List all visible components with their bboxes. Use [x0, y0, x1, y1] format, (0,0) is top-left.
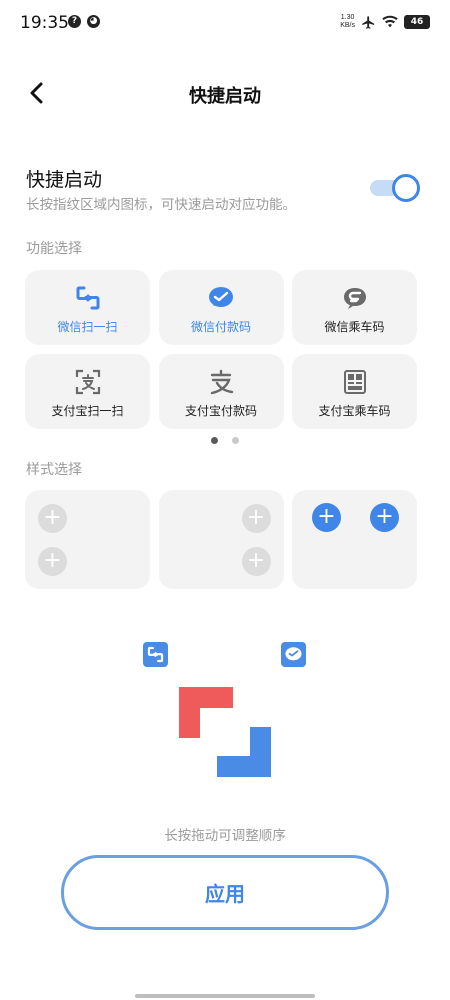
setting-title: 快捷启动 — [26, 169, 103, 191]
function-label: 支付宝扫一扫 — [51, 404, 124, 418]
plus-icon: + — [241, 504, 271, 533]
status-time: 19:35 — [20, 13, 69, 33]
app-notification-icon: ◕ — [87, 15, 100, 28]
wifi-icon — [382, 15, 398, 28]
help-notification-icon: ? — [68, 15, 81, 28]
alipay-scan-icon — [75, 369, 100, 395]
network-speed-unit: KB/s — [340, 22, 355, 29]
page-indicator — [0, 437, 450, 444]
status-bar: 19:35 ? ◕ 1.30 KB/s 46 — [0, 0, 450, 46]
plus-icon: + — [38, 504, 67, 533]
header: 快捷启动 — [0, 70, 450, 116]
function-grid: 微信扫一扫 微信付款码 微信乘车码 支付宝扫一扫 支付宝付款码 支付宝乘车码 — [25, 270, 417, 429]
wechat-bus-code-icon — [343, 288, 366, 309]
function-card-wechat-scan[interactable]: 微信扫一扫 — [25, 270, 150, 345]
function-card-wechat-bus-code[interactable]: 微信乘车码 — [292, 270, 417, 345]
style-option-left-column[interactable]: + + — [25, 490, 150, 589]
apply-button[interactable]: 应用 — [61, 855, 389, 930]
plus-icon: + — [241, 547, 271, 576]
function-label: 微信乘车码 — [324, 320, 385, 334]
function-card-alipay-pay[interactable]: 支付宝付款码 — [158, 354, 284, 429]
function-label: 支付宝乘车码 — [318, 404, 391, 418]
status-right: 1.30 KB/s 46 — [340, 14, 430, 30]
wechat-pay-icon — [209, 287, 233, 307]
function-card-alipay-scan[interactable]: 支付宝扫一扫 — [25, 354, 150, 429]
home-indicator[interactable] — [135, 994, 315, 998]
notification-icons: ? ◕ — [68, 15, 100, 28]
style-option-right-column[interactable]: + + — [158, 490, 284, 589]
plus-icon: + — [370, 503, 399, 532]
setting-description: 长按指纹区域内图标，可快速启动对应功能。 — [26, 197, 296, 213]
alipay-pay-icon — [210, 369, 234, 395]
toggle-knob — [392, 174, 420, 202]
function-label: 微信扫一扫 — [57, 320, 118, 334]
page-dot-active[interactable] — [211, 437, 218, 444]
style-section-label: 样式选择 — [26, 462, 82, 478]
quick-launch-toggle[interactable] — [370, 174, 420, 202]
function-section-label: 功能选择 — [26, 241, 82, 257]
function-card-wechat-pay[interactable]: 微信付款码 — [158, 270, 284, 345]
wechat-scan-icon — [76, 286, 99, 310]
function-label: 支付宝付款码 — [184, 404, 257, 418]
plus-icon: + — [312, 503, 341, 532]
function-card-alipay-bus-code[interactable]: 支付宝乘车码 — [292, 354, 417, 429]
alipay-bus-code-icon — [343, 370, 366, 394]
style-option-top-row[interactable]: + + — [292, 490, 417, 589]
layout-preview — [0, 620, 450, 820]
network-speed-value: 1.30 — [340, 14, 355, 21]
style-grid: + + + + + + — [25, 490, 417, 589]
airplane-mode-icon — [362, 15, 375, 29]
function-label: 微信付款码 — [190, 320, 251, 334]
quick-launch-setting: 快捷启动 长按指纹区域内图标，可快速启动对应功能。 — [26, 165, 426, 215]
fingerprint-frame-icon — [179, 687, 271, 777]
plus-icon: + — [38, 547, 67, 576]
page-title: 快捷启动 — [189, 86, 261, 107]
drag-hint: 长按拖动可调整顺序 — [164, 828, 286, 844]
page-dot[interactable] — [232, 437, 239, 444]
network-speed: 1.30 KB/s — [340, 14, 355, 30]
battery-indicator: 46 — [404, 15, 430, 29]
